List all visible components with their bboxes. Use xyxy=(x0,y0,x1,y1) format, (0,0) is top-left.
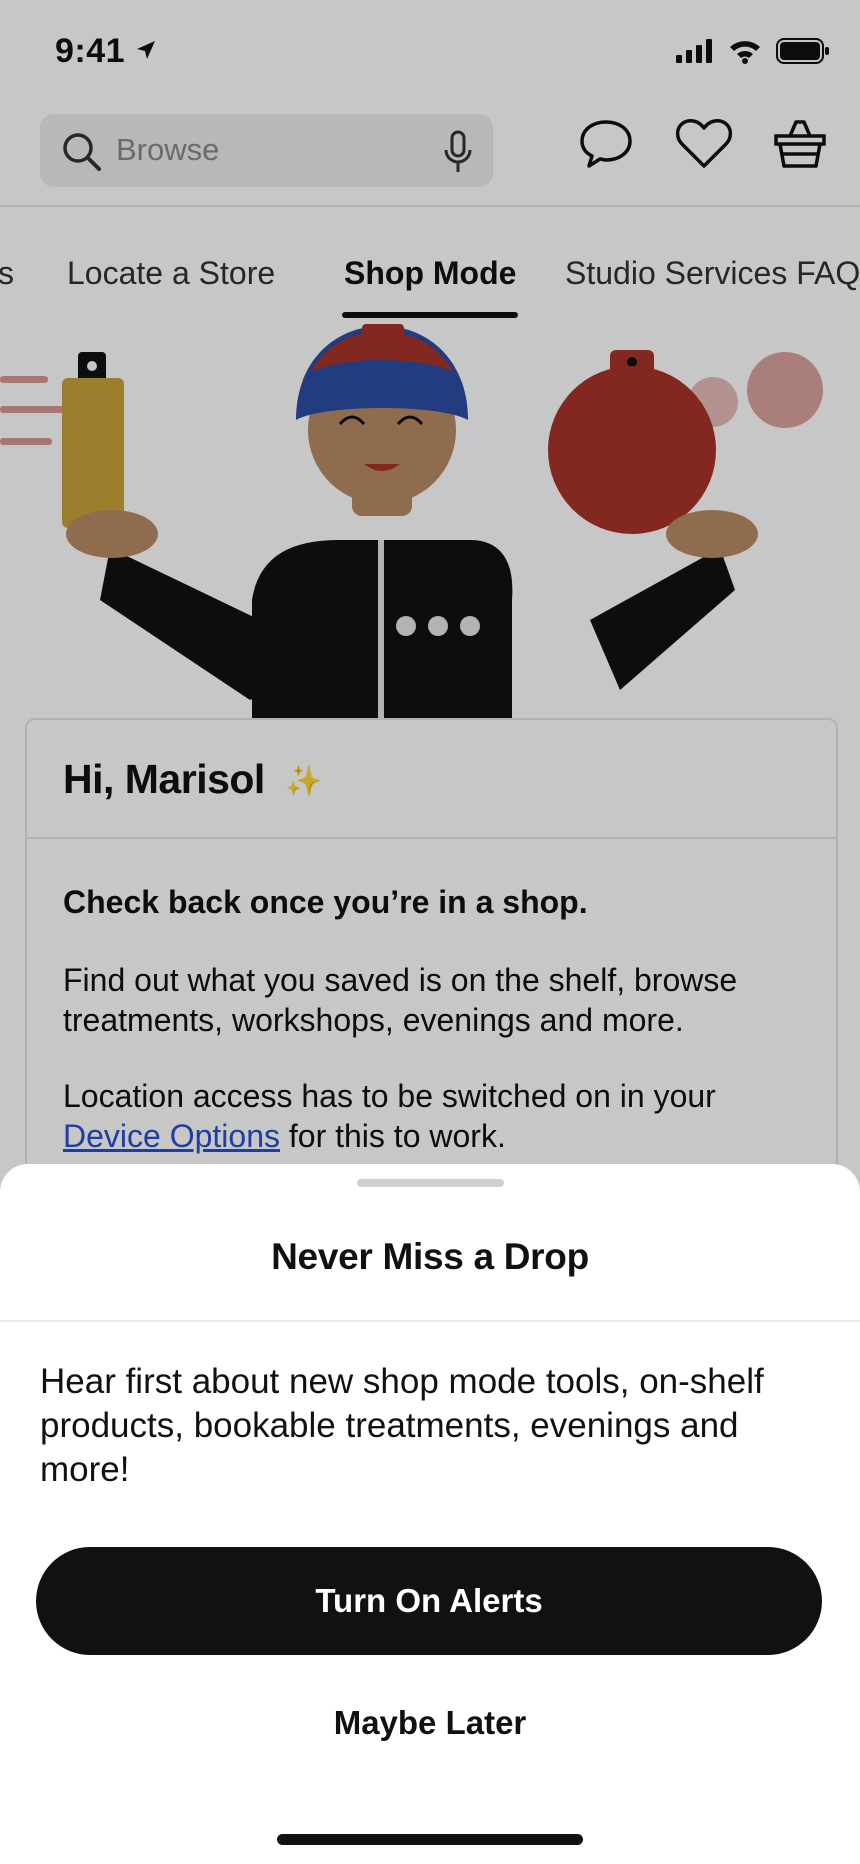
home-indicator xyxy=(277,1834,583,1845)
alerts-bottom-sheet: Never Miss a Drop Hear first about new s… xyxy=(0,1164,860,1864)
shop-mode-page: 9:41 Browse s Locate a Store Shop Mode S… xyxy=(0,0,860,1864)
turn-on-alerts-button[interactable]: Turn On Alerts xyxy=(36,1547,822,1655)
sheet-title: Never Miss a Drop xyxy=(271,1236,589,1277)
sheet-description: Hear first about new shop mode tools, on… xyxy=(40,1362,764,1489)
sheet-divider xyxy=(0,1320,860,1322)
maybe-later-button[interactable]: Maybe Later xyxy=(0,1704,860,1742)
sheet-grabber[interactable] xyxy=(357,1179,504,1187)
